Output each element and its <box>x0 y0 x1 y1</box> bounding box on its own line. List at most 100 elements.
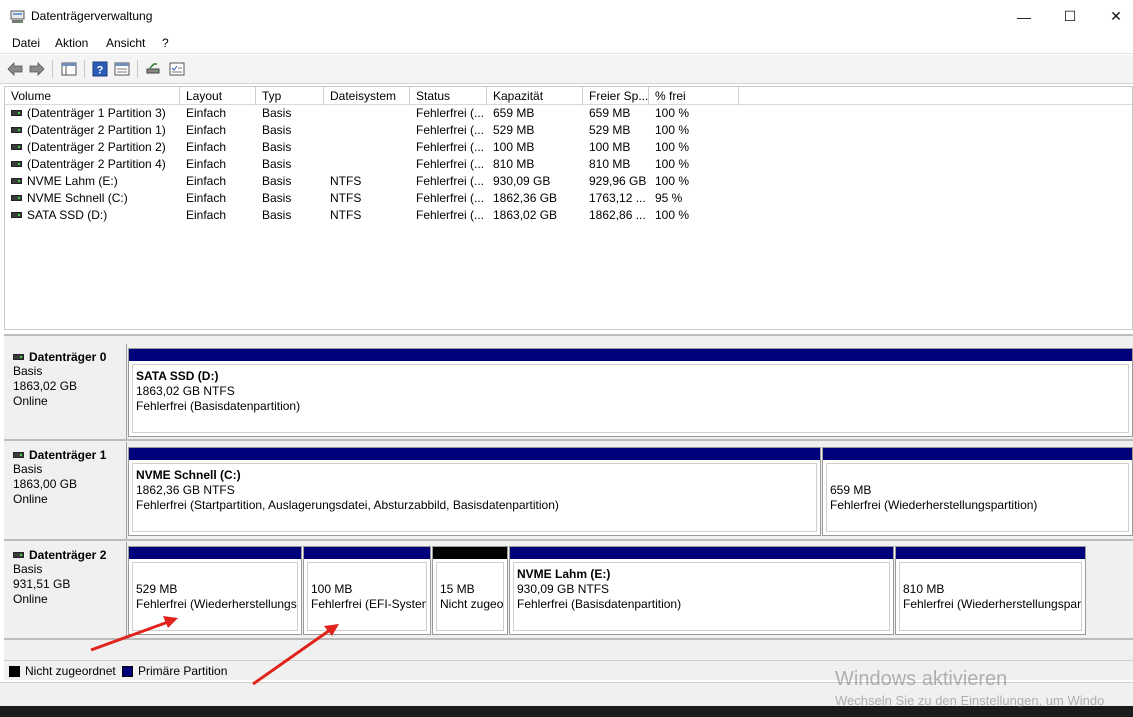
menu-aktion[interactable]: Aktion <box>55 36 88 50</box>
partition-content: 810 MB Fehlerfrei (Wiederherstellungspar <box>899 562 1082 631</box>
partition-bar <box>304 547 430 559</box>
partition-status: Fehlerfrei (Basisdatenpartition) <box>136 399 301 413</box>
partition-content: 659 MB Fehlerfrei (Wiederherstellungspar… <box>826 463 1129 532</box>
partition-content: SATA SSD (D:) 1863,02 GB NTFS Fehlerfrei… <box>132 364 1129 433</box>
table-row[interactable]: (Datenträger 2 Partition 2) Einfach Basi… <box>5 139 1132 156</box>
close-icon: ✕ <box>1110 8 1122 24</box>
partition-disk2-recovery-1[interactable]: 529 MB Fehlerfrei (Wiederherstellungsp <box>128 546 302 635</box>
drive-icon <box>11 144 22 150</box>
properties-button[interactable] <box>112 59 132 79</box>
cell-kapazitaet: 529 MB <box>493 123 535 137</box>
column-dateisystem[interactable]: Dateisystem <box>324 87 410 105</box>
window-title: Datenträgerverwaltung <box>31 9 153 23</box>
volume-name: (Datenträger 2 Partition 4) <box>27 157 166 171</box>
menu-datei[interactable]: Datei <box>12 36 40 50</box>
checklist-button[interactable] <box>167 59 187 79</box>
cell-freier-speicher: 1763,12 ... <box>589 191 646 205</box>
cell-typ: Basis <box>262 157 292 171</box>
partition-sata-ssd[interactable]: SATA SSD (D:) 1863,02 GB NTFS Fehlerfrei… <box>128 348 1133 437</box>
title-bar[interactable]: Datenträgerverwaltung — ☐ ✕ <box>0 0 1133 33</box>
partition-disk2-efi[interactable]: 100 MB Fehlerfrei (EFI-System <box>303 546 431 635</box>
partition-disk2-unallocated[interactable]: 15 MB Nicht zugeo <box>432 546 508 635</box>
table-row[interactable]: NVME Lahm (E:) Einfach Basis NTFS Fehler… <box>5 173 1132 190</box>
svg-text:?: ? <box>97 65 104 77</box>
back-button[interactable] <box>5 59 25 79</box>
cell-freier-speicher: 100 MB <box>589 140 631 154</box>
partition-disk2-recovery-2[interactable]: 810 MB Fehlerfrei (Wiederherstellungspar <box>895 546 1086 635</box>
cell-volume: (Datenträger 2 Partition 1) <box>5 122 180 139</box>
volume-name: (Datenträger 2 Partition 2) <box>27 140 166 154</box>
table-row[interactable]: (Datenträger 2 Partition 4) Einfach Basi… <box>5 156 1132 173</box>
table-row[interactable]: (Datenträger 2 Partition 1) Einfach Basi… <box>5 122 1132 139</box>
disk-title: Datenträger 1 <box>13 448 126 462</box>
menu-ansicht[interactable]: Ansicht <box>106 36 145 50</box>
table-row[interactable]: (Datenträger 1 Partition 3) Einfach Basi… <box>5 105 1132 122</box>
cell-dateisystem <box>324 122 410 139</box>
cell-layout: Einfach <box>186 157 227 171</box>
partition-size: 1862,36 GB NTFS <box>136 483 235 497</box>
minimize-button[interactable]: — <box>1001 0 1047 33</box>
disk-name: Datenträger 1 <box>29 448 107 462</box>
cell-typ: Basis <box>262 140 292 154</box>
partition-size: 810 MB <box>903 582 945 596</box>
disk-separator <box>4 638 1133 640</box>
column-typ[interactable]: Typ <box>256 87 324 105</box>
legend-primary: Primäre Partition <box>138 664 228 678</box>
partition-status: Fehlerfrei (EFI-System <box>311 597 427 611</box>
cell-prozent-frei: 100 % <box>655 140 690 154</box>
drive-icon <box>11 127 22 133</box>
cell-typ: Basis <box>262 174 292 188</box>
toolbar-separator <box>84 60 85 78</box>
partition-size: 529 MB <box>136 582 178 596</box>
drive-icon <box>11 110 22 116</box>
column-freier-speicher[interactable]: Freier Sp... <box>583 87 649 105</box>
disk-state: Online <box>13 394 48 408</box>
table-row[interactable]: SATA SSD (D:) Einfach Basis NTFS Fehlerf… <box>5 207 1132 224</box>
partition-size: 930,09 GB NTFS <box>517 582 610 596</box>
drive-icon <box>11 161 22 167</box>
partition-disk1-recovery[interactable]: 659 MB Fehlerfrei (Wiederherstellungspar… <box>822 447 1133 536</box>
cell-dateisystem <box>324 139 410 156</box>
partition-content: 529 MB Fehlerfrei (Wiederherstellungsp <box>132 562 298 631</box>
disk-2-label[interactable]: Datenträger 2 Basis 931,51 GB Online <box>4 542 127 638</box>
partition-content: NVME Schnell (C:) 1862,36 GB NTFS Fehler… <box>132 463 817 532</box>
menu-help[interactable]: ? <box>162 36 169 50</box>
back-arrow-icon <box>7 62 23 76</box>
cell-status: Fehlerfrei (... <box>416 106 485 120</box>
cell-status: Fehlerfrei (... <box>416 123 485 137</box>
cell-typ: Basis <box>262 191 292 205</box>
column-kapazitaet[interactable]: Kapazität <box>487 87 583 105</box>
help-button[interactable]: ? <box>90 59 110 79</box>
forward-button[interactable] <box>27 59 47 79</box>
cell-layout: Einfach <box>186 174 227 188</box>
volume-name: NVME Lahm (E:) <box>27 174 118 188</box>
disk-0-label[interactable]: Datenträger 0 Basis 1863,02 GB Online <box>4 344 127 439</box>
disk-1-label[interactable]: Datenträger 1 Basis 1863,00 GB Online <box>4 442 127 539</box>
volume-list: Volume Layout Typ Dateisystem Status Kap… <box>4 86 1133 330</box>
toolbar-separator <box>52 60 53 78</box>
partition-bar <box>510 547 893 559</box>
cell-volume: (Datenträger 2 Partition 4) <box>5 156 180 173</box>
partition-bar <box>129 547 301 559</box>
cell-status: Fehlerfrei (... <box>416 208 485 222</box>
column-prozent-frei[interactable]: % frei <box>649 87 739 105</box>
cell-layout: Einfach <box>186 208 227 222</box>
column-layout[interactable]: Layout <box>180 87 256 105</box>
cell-kapazitaet: 1862,36 GB <box>493 191 558 205</box>
column-status[interactable]: Status <box>410 87 487 105</box>
partition-nvme-lahm[interactable]: NVME Lahm (E:) 930,09 GB NTFS Fehlerfrei… <box>509 546 894 635</box>
column-volume[interactable]: Volume <box>5 87 180 105</box>
show-hide-console-tree-button[interactable] <box>59 59 79 79</box>
partition-size: 15 MB <box>440 582 475 596</box>
maximize-button[interactable]: ☐ <box>1047 0 1093 33</box>
partition-name: SATA SSD (D:) <box>136 369 219 383</box>
close-button[interactable]: ✕ <box>1093 0 1133 33</box>
table-row[interactable]: NVME Schnell (C:) Einfach Basis NTFS Feh… <box>5 190 1132 207</box>
partition-nvme-schnell[interactable]: NVME Schnell (C:) 1862,36 GB NTFS Fehler… <box>128 447 821 536</box>
cell-status: Fehlerfrei (... <box>416 191 485 205</box>
connect-drive-button[interactable] <box>143 59 163 79</box>
cell-freier-speicher: 810 MB <box>589 157 631 171</box>
cell-typ: Basis <box>262 208 292 222</box>
primary-partition-swatch <box>122 666 133 677</box>
partition-size: 659 MB <box>830 483 872 497</box>
